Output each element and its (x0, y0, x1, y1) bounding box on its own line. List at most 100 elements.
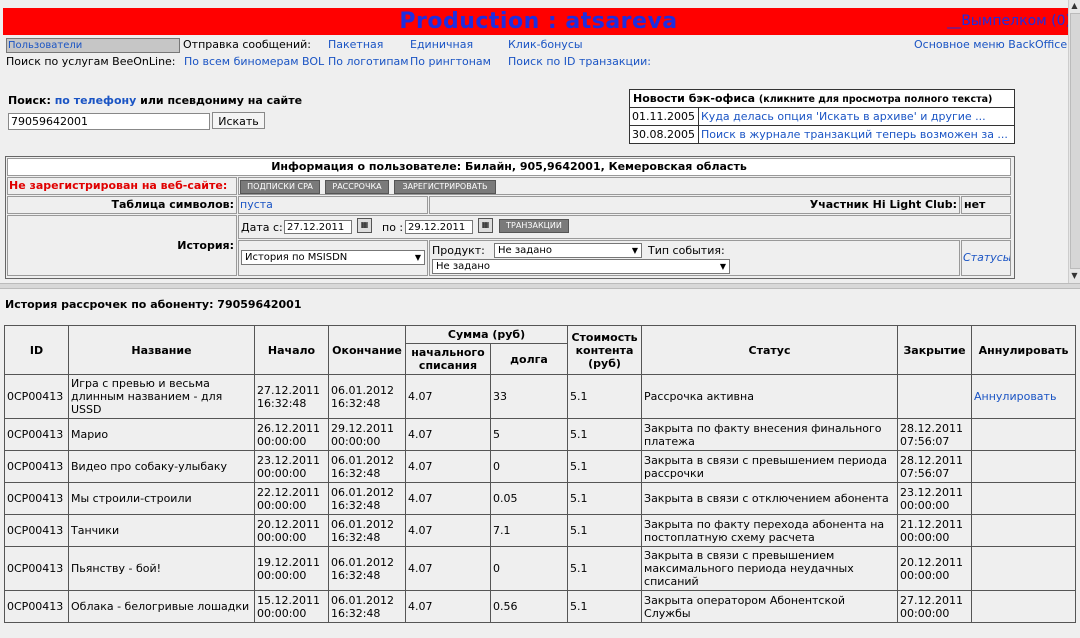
cell-closed: 28.12.2011 07:56:07 (897, 418, 973, 451)
cell-end: 06.01.2012 16:32:48 (328, 546, 406, 591)
cell-closed (897, 374, 973, 419)
news-panel: Новости бэк-офиса (кликните для просмотр… (629, 89, 1015, 144)
cell-cancel (971, 590, 1077, 623)
cell-status: Рассрочка активна (641, 374, 899, 419)
installment-button[interactable]: рассрочка (325, 180, 389, 194)
cell-end: 06.01.2012 16:32:48 (328, 482, 406, 515)
transactions-button[interactable]: транзакции (499, 219, 569, 233)
cell-end: 06.01.2012 16:32:48 (328, 590, 406, 623)
col-initial: начального списания (405, 343, 491, 375)
date-from-input[interactable]: 27.12.2011 (284, 220, 352, 234)
cell-end: 06.01.2012 16:32:48 (328, 450, 406, 483)
history-type-cell: История по MSISDN ▼ (238, 240, 428, 276)
statuses-link[interactable]: Статусы (963, 251, 1010, 264)
calendar-icon[interactable]: ▦ (357, 218, 372, 233)
nav-users[interactable]: Пользователи (6, 38, 180, 53)
cell-start: 20.12.2011 00:00:00 (254, 514, 329, 547)
cell-start: 19.12.2011 00:00:00 (254, 546, 329, 591)
news-item: 01.11.2005 Куда делась опция 'Искать в а… (630, 108, 1014, 126)
cell-cost: 5.1 (567, 418, 643, 451)
cell-initial: 4.07 (405, 374, 491, 419)
col-closed: Закрытие (897, 325, 973, 375)
register-button[interactable]: зарегистрировать (394, 180, 496, 194)
chevron-down-icon: ▼ (414, 253, 421, 262)
cell-debt: 0.56 (489, 590, 569, 623)
cell-initial: 4.07 (405, 418, 491, 451)
col-sum: Сумма (руб) (404, 325, 569, 344)
cell-name: Танчики (68, 514, 255, 547)
col-status: Статус (641, 325, 899, 375)
cell-debt: 0 (489, 450, 569, 483)
cell-end: 06.01.2012 16:32:48 (328, 374, 406, 419)
cell-id: 0CP00413 (4, 374, 69, 419)
table-row: 0CP00413 Облака - белогривые лошадки 15.12… (4, 590, 1077, 623)
search-input[interactable]: 79059642001 (8, 113, 210, 130)
cell-status: Закрыта в связи с отключением абонента (641, 482, 899, 515)
cell-closed: 28.12.2011 07:56:07 (897, 450, 973, 483)
scrollbar-thumb[interactable] (1070, 13, 1080, 269)
cell-initial: 4.07 (405, 590, 491, 623)
scroll-up-icon[interactable]: ▲ (1069, 0, 1080, 11)
history-label: История: (7, 215, 237, 276)
news-item: 30.08.2005 Поиск в журнале транзакций те… (630, 126, 1014, 143)
news-link[interactable]: Поиск в журнале транзакций теперь возмож… (699, 126, 1008, 143)
scroll-down-icon[interactable]: ▼ (1069, 270, 1080, 281)
nav-all-binomials[interactable]: По всем биномерам BOL (184, 55, 324, 68)
cell-id: 0CP00413 (4, 418, 69, 451)
cell-name: Облака - белогривые лошадки (68, 590, 255, 623)
cell-closed: 23.12.2011 00:00:00 (897, 482, 973, 515)
account-link[interactable]: __Вымпелком (0) (947, 13, 1071, 29)
cancel-installment-link[interactable]: Аннулировать (974, 390, 1056, 403)
cell-debt: 0.05 (489, 482, 569, 515)
table-row: 0CP00413 Танчики 20.12.2011 00:00:00 06.01.… (4, 514, 1077, 547)
news-link[interactable]: Куда делась опция 'Искать в архиве' и др… (699, 108, 986, 125)
cell-name: Пьянству - бой! (68, 546, 255, 591)
search-button[interactable]: Искать (212, 112, 265, 129)
nav-by-logos[interactable]: По логотипам (328, 55, 409, 68)
cell-closed: 20.12.2011 00:00:00 (897, 546, 973, 591)
col-name: Название (68, 325, 255, 375)
cell-cost: 5.1 (567, 482, 643, 515)
search-by-phone-link[interactable]: по телефону (55, 94, 137, 107)
cell-cancel (971, 450, 1077, 483)
col-end: Окончание (328, 325, 406, 375)
user-info-title: Информация о пользователе: Билайн, 905,9… (7, 158, 1011, 176)
top-frame-scrollbar[interactable]: ▲ ▼ (1068, 0, 1080, 283)
symbols-link[interactable]: пуста (240, 198, 273, 211)
cell-start: 23.12.2011 00:00:00 (254, 450, 329, 483)
cell-name: Видео про собаку-улыбаку (68, 450, 255, 483)
cell-initial: 4.07 (405, 450, 491, 483)
history-type-select[interactable]: История по MSISDN ▼ (241, 250, 425, 265)
cpa-subscriptions-button[interactable]: подписки cpa (240, 180, 320, 194)
event-type-select[interactable]: Не задано ▼ (432, 259, 730, 274)
date-to-input[interactable]: 29.12.2011 (405, 220, 473, 234)
frame-divider[interactable] (0, 283, 1080, 289)
cell-initial: 4.07 (405, 482, 491, 515)
nav-single[interactable]: Единичная (410, 38, 473, 51)
news-date: 30.08.2005 (630, 126, 699, 143)
nav-click-bonus[interactable]: Клик-бонусы (508, 38, 583, 51)
nav-by-ringtones[interactable]: По рингтонам (410, 55, 491, 68)
col-debt: долга (489, 343, 569, 375)
cell-cancel (971, 546, 1077, 591)
col-id: ID (4, 325, 69, 375)
cell-debt: 5 (489, 418, 569, 451)
cell-debt: 33 (489, 374, 569, 419)
statuses-cell: Статусы (961, 240, 1011, 276)
installments-table: ID Название Начало Окончание Сумма (руб)… (4, 325, 1077, 623)
calendar-icon[interactable]: ▦ (478, 218, 493, 233)
cell-initial: 4.07 (405, 546, 491, 591)
product-select[interactable]: Не задано ▼ (494, 243, 642, 258)
cell-end: 29.12.2011 00:00:00 (328, 418, 406, 451)
news-date: 01.11.2005 (630, 108, 699, 125)
cell-name: Мы строили-строили (68, 482, 255, 515)
cell-closed: 21.12.2011 00:00:00 (897, 514, 973, 547)
nav-by-txid[interactable]: Поиск по ID транзакции: (508, 55, 651, 68)
cell-start: 15.12.2011 00:00:00 (254, 590, 329, 623)
nav-batch[interactable]: Пакетная (328, 38, 383, 51)
cell-status: Закрыта в связи с превышением периода ра… (641, 450, 899, 483)
nav-main-menu[interactable]: Основное меню BackOffice (914, 38, 1067, 51)
cell-id: 0CP00413 (4, 514, 69, 547)
table-row: 0CP00413 Пьянству - бой! 19.12.2011 00:00:… (4, 546, 1077, 591)
symbols-cell: пуста (238, 196, 428, 214)
